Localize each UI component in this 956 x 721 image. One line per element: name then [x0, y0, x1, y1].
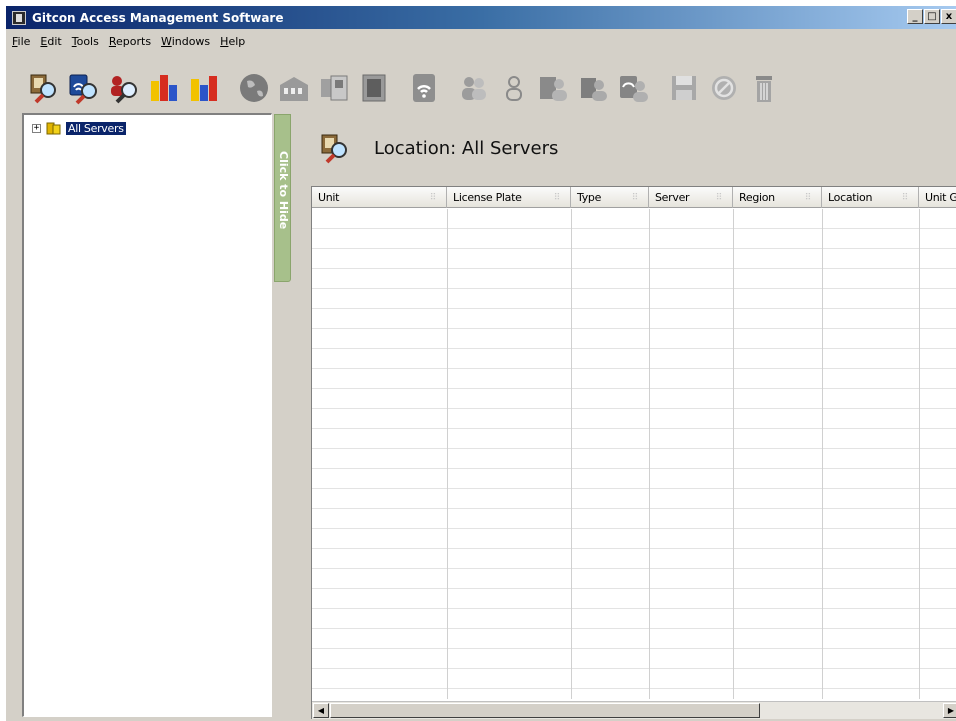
column-header-unit[interactable]: Unit ⠿	[312, 187, 447, 208]
window-controls: _ □ x	[907, 9, 956, 24]
column-header-unit-group[interactable]: Unit G	[919, 187, 956, 208]
column-header-server[interactable]: Server ⠿	[649, 187, 733, 208]
user-icon	[506, 76, 522, 101]
report-a-button[interactable]	[146, 68, 182, 108]
building-button[interactable]	[276, 68, 312, 108]
wireless-icon	[413, 74, 435, 102]
find-wireless-button[interactable]	[66, 68, 102, 108]
close-button[interactable]: x	[941, 9, 956, 24]
save-icon	[672, 76, 696, 100]
users-unit-button[interactable]	[536, 68, 572, 108]
users-group-button[interactable]	[456, 68, 492, 108]
cancel-icon	[712, 76, 736, 100]
servers-folder-icon	[46, 122, 61, 135]
column-header-type[interactable]: Type ⠿	[571, 187, 649, 208]
grid-body[interactable]	[312, 209, 956, 699]
trash-icon	[756, 76, 772, 102]
tree-node-label[interactable]: All Servers	[66, 121, 126, 135]
location-unit-icon	[321, 134, 347, 164]
door-icon	[362, 74, 386, 102]
server-tree[interactable]: + All Servers	[22, 113, 272, 717]
tree-node-all-servers[interactable]: + All Servers	[32, 121, 126, 135]
report-a-icon	[151, 75, 177, 101]
find-user-button[interactable]	[106, 68, 142, 108]
location-title: Location: All Servers	[374, 137, 559, 159]
menu-help[interactable]: Help	[220, 35, 245, 48]
globe-button[interactable]	[236, 68, 272, 108]
users-group-icon	[462, 77, 486, 100]
click-to-hide-label: Click to Hide	[277, 151, 290, 230]
menu-tools[interactable]: Tools	[72, 35, 99, 48]
units-grid[interactable]: Unit ⠿ License Plate ⠿ Type ⠿ Server ⠿ Regio…	[311, 186, 956, 719]
menu-bar: File Edit Tools Reports Windows Help	[6, 31, 255, 51]
users-edit-icon	[581, 78, 607, 101]
globe-icon	[240, 74, 268, 102]
menu-edit[interactable]: Edit	[40, 35, 61, 48]
user-button[interactable]	[496, 68, 532, 108]
horizontal-scrollbar[interactable]: ◀ ▶	[312, 701, 956, 719]
maximize-button[interactable]: □	[924, 9, 940, 24]
app-icon[interactable]	[12, 10, 26, 25]
users-unit-icon	[540, 77, 567, 101]
users-edit-button[interactable]	[576, 68, 612, 108]
click-to-hide-tab[interactable]: Click to Hide	[274, 114, 291, 282]
column-header-location[interactable]: Location ⠿	[822, 187, 919, 208]
report-b-icon	[191, 76, 217, 101]
wireless-button[interactable]	[406, 68, 442, 108]
scroll-right-button[interactable]: ▶	[943, 703, 956, 718]
find-wireless-icon	[69, 74, 97, 105]
menu-windows[interactable]: Windows	[161, 35, 210, 48]
save-button[interactable]	[666, 68, 702, 108]
column-header-region[interactable]: Region ⠿	[733, 187, 822, 208]
report-b-button[interactable]	[186, 68, 222, 108]
cancel-button[interactable]	[706, 68, 742, 108]
device-panel-icon	[321, 75, 348, 101]
minimize-button[interactable]: _	[907, 9, 923, 24]
toolbar	[26, 66, 786, 110]
scrollbar-thumb[interactable]	[330, 703, 760, 718]
column-header-license-plate[interactable]: License Plate ⠿	[447, 187, 571, 208]
find-unit-icon	[30, 74, 56, 104]
app-window: Gitcon Access Management Software _ □ x …	[5, 5, 956, 721]
scroll-left-button[interactable]: ◀	[313, 703, 329, 718]
menu-file[interactable]: File	[12, 35, 30, 48]
menu-reports[interactable]: Reports	[109, 35, 151, 48]
title-bar[interactable]: Gitcon Access Management Software _ □ x	[6, 6, 956, 29]
expand-icon[interactable]: +	[32, 123, 41, 133]
find-unit-button[interactable]	[26, 68, 62, 108]
delete-button[interactable]	[746, 68, 782, 108]
building-icon	[280, 77, 308, 101]
find-user-icon	[111, 76, 137, 104]
door-button[interactable]	[356, 68, 392, 108]
grid-header: Unit ⠿ License Plate ⠿ Type ⠿ Server ⠿ Regio…	[312, 187, 956, 208]
users-wireless-icon	[620, 76, 648, 102]
device-panel-button[interactable]	[316, 68, 352, 108]
window-title: Gitcon Access Management Software	[32, 10, 284, 25]
users-wireless-button[interactable]	[616, 68, 652, 108]
location-header: Location: All Servers	[318, 131, 558, 165]
